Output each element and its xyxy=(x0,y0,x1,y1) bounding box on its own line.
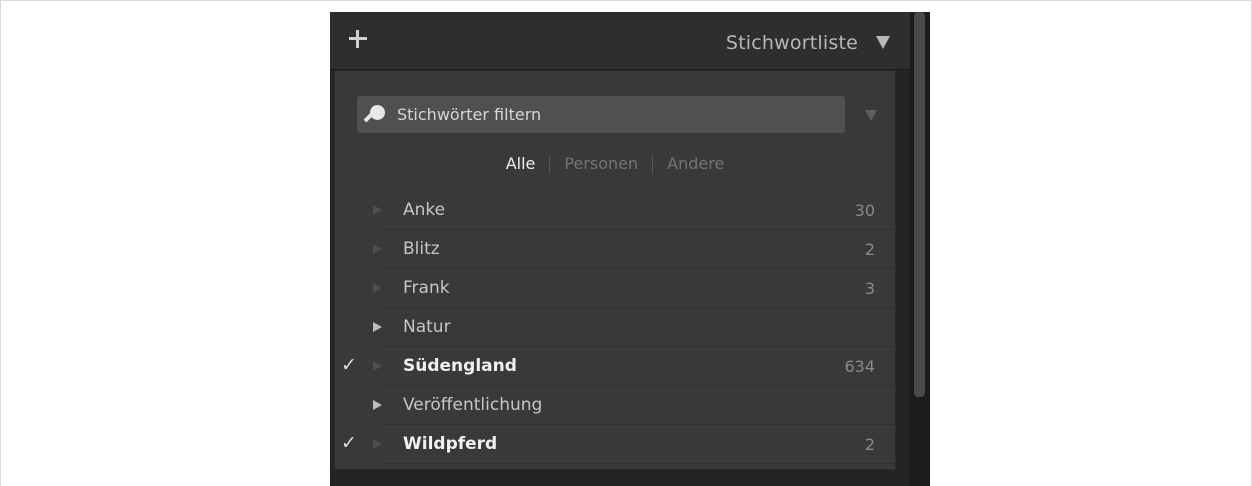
keyword-count: 30 xyxy=(854,201,875,220)
keyword-list-panel: Stichwortliste AllePersonenAndere Anke 3… xyxy=(330,12,930,486)
triangle-right-icon xyxy=(373,205,382,215)
panel-body: AllePersonenAndere Anke 30 Blitz 2 Frank… xyxy=(334,70,896,470)
keyword-label: Anke xyxy=(403,200,446,220)
tab-personen[interactable]: Personen xyxy=(550,149,652,179)
keyword-label: Veröffentlichung xyxy=(403,395,543,415)
tab-alle[interactable]: Alle xyxy=(492,149,550,179)
expand-triangle-icon[interactable] xyxy=(373,322,382,332)
keyword-count: 2 xyxy=(864,240,875,259)
keyword-row-anke[interactable]: Anke 30 xyxy=(335,191,895,230)
keyword-row-frank[interactable]: Frank 3 xyxy=(335,269,895,308)
search-icon xyxy=(363,105,387,127)
keyword-label: Frank xyxy=(403,278,450,298)
keyword-row-blitz[interactable]: Blitz 2 xyxy=(335,230,895,269)
keyword-row-suedengland[interactable]: ✓ Südengland 634 xyxy=(335,347,895,386)
keyword-count: 634 xyxy=(844,357,875,376)
expand-triangle-icon[interactable] xyxy=(373,400,382,410)
keyword-label: Südengland xyxy=(403,356,517,376)
scrollbar-thumb[interactable] xyxy=(914,12,925,397)
triangle-right-icon xyxy=(373,439,382,449)
triangle-down-icon[interactable] xyxy=(876,36,890,49)
keyword-list: Anke 30 Blitz 2 Frank 3 Natur ✓ Südengla… xyxy=(335,191,895,464)
keyword-count: 2 xyxy=(864,435,875,454)
panel-header: Stichwortliste xyxy=(330,12,910,70)
keyword-row-veroeffentlichung[interactable]: Veröffentlichung xyxy=(335,386,895,425)
triangle-right-icon xyxy=(373,361,382,371)
keyword-tabs: Alle Personen Andere xyxy=(335,149,895,179)
panel-title: Stichwortliste xyxy=(725,32,858,54)
triangle-right-icon xyxy=(373,283,382,293)
keyword-filter-input[interactable] xyxy=(397,96,837,133)
checkmark-icon: ✓ xyxy=(341,432,357,454)
keyword-count: 3 xyxy=(864,279,875,298)
checkmark-icon: ✓ xyxy=(341,354,357,376)
plus-icon[interactable] xyxy=(347,28,369,50)
triangle-right-icon xyxy=(373,244,382,254)
filter-field[interactable] xyxy=(357,96,845,133)
keyword-label: Blitz xyxy=(403,239,440,259)
tab-andere[interactable]: Andere xyxy=(653,149,738,179)
keyword-label: Natur xyxy=(403,317,451,337)
keyword-label: Wildpferd xyxy=(403,434,498,454)
filter-dropdown-icon[interactable] xyxy=(865,110,877,121)
keyword-row-wildpferd[interactable]: ✓ Wildpferd 2 xyxy=(335,425,895,464)
keyword-row-natur[interactable]: Natur xyxy=(335,308,895,347)
